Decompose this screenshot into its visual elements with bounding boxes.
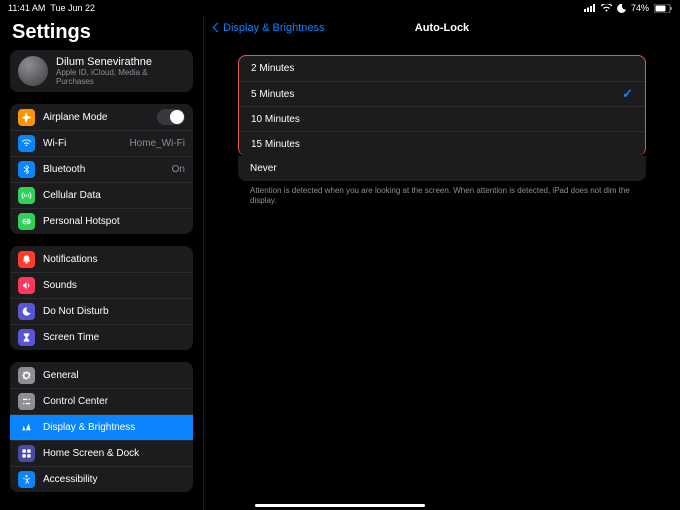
row-label: Personal Hotspot xyxy=(43,216,185,227)
footnote: Attention is detected when you are looki… xyxy=(238,181,646,207)
sidebar-item-general[interactable]: General xyxy=(10,362,193,388)
profile-card[interactable]: Dilum Senevirathne Apple ID, iCloud, Med… xyxy=(10,50,193,92)
profile-name: Dilum Senevirathne xyxy=(56,56,185,68)
option-10-minutes[interactable]: 10 Minutes xyxy=(239,106,645,131)
sidebar-item-accessibility[interactable]: Accessibility xyxy=(10,466,193,492)
sidebar-item-cellular[interactable]: Cellular Data xyxy=(10,182,193,208)
sidebar-item-notifications[interactable]: Notifications xyxy=(10,246,193,272)
sidebar-item-home-screen[interactable]: Home Screen & Dock xyxy=(10,440,193,466)
option-label: 10 Minutes xyxy=(251,114,633,125)
page-title: Auto-Lock xyxy=(204,22,680,34)
hourglass-icon xyxy=(18,329,35,346)
settings-sidebar: Settings Dilum Senevirathne Apple ID, iC… xyxy=(0,15,204,510)
detail-pane: Display & Brightness Auto-Lock 2 Minutes… xyxy=(204,15,680,510)
autolock-options-highlighted: 2 Minutes 5 Minutes ✓ 10 Minutes 15 Minu… xyxy=(238,55,646,156)
grid-icon xyxy=(18,445,35,462)
svg-text:A: A xyxy=(26,425,31,432)
sidebar-item-screentime[interactable]: Screen Time xyxy=(10,324,193,350)
row-label: Wi-Fi xyxy=(43,138,129,149)
status-time: 11:41 AM xyxy=(8,3,45,13)
sidebar-item-airplane[interactable]: Airplane Mode xyxy=(10,104,193,130)
text-size-icon: AA xyxy=(18,419,35,436)
option-label: 5 Minutes xyxy=(251,89,622,100)
profile-sub: Apple ID, iCloud, Media & Purchases xyxy=(56,68,185,86)
row-label: Notifications xyxy=(43,254,185,265)
row-label: Do Not Disturb xyxy=(43,306,185,317)
wifi-icon xyxy=(18,135,35,152)
wifi-icon xyxy=(601,4,612,12)
row-label: General xyxy=(43,370,185,381)
sidebar-item-hotspot[interactable]: Personal Hotspot xyxy=(10,208,193,234)
airplane-icon xyxy=(18,109,35,126)
battery-icon xyxy=(654,4,672,13)
autolock-options: Never xyxy=(238,156,646,181)
row-label: Home Screen & Dock xyxy=(43,448,185,459)
accessibility-icon xyxy=(18,471,35,488)
sidebar-item-display[interactable]: AA Display & Brightness xyxy=(10,414,193,440)
status-date: Tue Jun 22 xyxy=(50,3,95,13)
option-5-minutes[interactable]: 5 Minutes ✓ xyxy=(239,81,645,106)
bluetooth-icon xyxy=(18,161,35,178)
option-label: 2 Minutes xyxy=(251,63,633,74)
gear-icon xyxy=(18,367,35,384)
sidebar-item-sounds[interactable]: Sounds xyxy=(10,272,193,298)
row-label: Accessibility xyxy=(43,474,185,485)
option-never[interactable]: Never xyxy=(238,156,646,181)
status-bar: 11:41 AM Tue Jun 22 74% xyxy=(0,0,680,15)
link-icon xyxy=(18,213,35,230)
sliders-icon xyxy=(18,393,35,410)
antenna-icon xyxy=(18,187,35,204)
row-label: Cellular Data xyxy=(43,190,185,201)
row-label: Screen Time xyxy=(43,332,185,343)
moon-icon xyxy=(18,303,35,320)
sidebar-item-control-center[interactable]: Control Center xyxy=(10,388,193,414)
moon-icon xyxy=(617,4,626,13)
settings-title: Settings xyxy=(12,21,193,44)
avatar xyxy=(18,56,48,86)
wifi-detail: Home_Wi-Fi xyxy=(129,138,185,149)
battery-percent: 74% xyxy=(631,3,649,13)
row-label: Sounds xyxy=(43,280,185,291)
bell-icon xyxy=(18,251,35,268)
option-2-minutes[interactable]: 2 Minutes xyxy=(239,56,645,81)
checkmark-icon: ✓ xyxy=(622,86,633,102)
sidebar-item-bluetooth[interactable]: Bluetooth On xyxy=(10,156,193,182)
option-label: 15 Minutes xyxy=(251,139,633,150)
airplane-toggle[interactable] xyxy=(157,109,185,125)
row-label: Display & Brightness xyxy=(43,422,185,433)
row-label: Bluetooth xyxy=(43,164,172,175)
option-15-minutes[interactable]: 15 Minutes xyxy=(239,131,645,156)
speaker-icon xyxy=(18,277,35,294)
option-label: Never xyxy=(250,163,634,174)
sidebar-item-wifi[interactable]: Wi-Fi Home_Wi-Fi xyxy=(10,130,193,156)
row-label: Control Center xyxy=(43,396,185,407)
sidebar-item-dnd[interactable]: Do Not Disturb xyxy=(10,298,193,324)
home-indicator[interactable] xyxy=(255,504,425,507)
bt-detail: On xyxy=(172,164,185,175)
signal-icon xyxy=(584,4,596,12)
row-label: Airplane Mode xyxy=(43,112,157,123)
